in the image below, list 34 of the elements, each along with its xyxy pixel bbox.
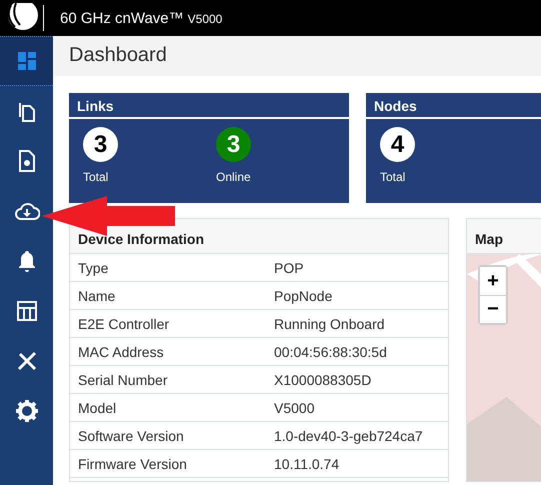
count-badge: 3 <box>83 127 118 162</box>
field-value: 1.0-dev40-3-geb724ca7 <box>274 428 423 444</box>
app-title: 60 GHz cnWave™ <box>60 10 184 26</box>
model-name: V5000 <box>188 12 222 26</box>
field-label: Software Version <box>78 428 185 444</box>
field-value: PopNode <box>274 288 332 304</box>
stat-label: Online <box>216 170 251 184</box>
field-label: E2E Controller <box>78 316 170 332</box>
field-label: Firmware Version <box>78 456 188 472</box>
field-value: 10.11.0.74 <box>274 456 340 472</box>
panel-title: Device Information <box>70 219 448 254</box>
field-value: X1000088305D <box>274 372 372 388</box>
card-title: Links <box>69 93 349 119</box>
field-label: Serial Number <box>78 372 168 388</box>
field-value: 00:04:56:88:30:5d <box>274 344 387 360</box>
panel-title: Map <box>467 219 541 254</box>
settings-icon <box>16 400 38 422</box>
field-label: Model <box>78 400 118 416</box>
stat-label: Total <box>380 170 406 184</box>
field-value: V5000 <box>274 400 314 416</box>
cloud-download-icon <box>14 201 40 221</box>
page-title: Dashboard <box>53 36 541 76</box>
stat-label: Total <box>83 170 108 184</box>
count-badge: 4 <box>380 127 415 162</box>
card-title: Nodes <box>366 93 541 119</box>
field-label: MAC Address <box>78 344 165 360</box>
count-badge: 3 <box>216 127 251 162</box>
field-value: POP <box>274 260 304 276</box>
field-label: Type <box>78 260 110 276</box>
zoom-out-button[interactable]: − <box>480 295 506 323</box>
field-value: Running Onboard <box>274 316 385 332</box>
field-label: Name <box>78 288 116 304</box>
bell-icon <box>16 250 36 272</box>
table-icon <box>16 300 38 322</box>
